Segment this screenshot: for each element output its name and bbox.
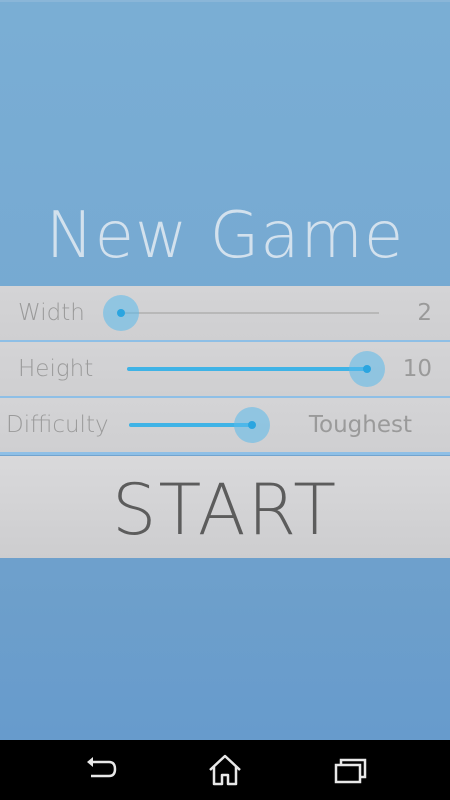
height-slider-thumb[interactable] [349,351,385,387]
difficulty-label: Difficulty [6,412,109,438]
width-label: Width [18,300,85,326]
height-value: 10 [402,356,432,382]
difficulty-slider-thumb[interactable] [234,407,270,443]
width-slider-track[interactable] [103,295,379,331]
page-title: New Game [45,199,405,273]
width-value: 2 [417,300,432,326]
back-icon[interactable] [79,752,123,788]
difficulty-setting-row: Difficulty Toughest [0,398,450,455]
height-label: Height [18,356,94,382]
difficulty-slider-track[interactable] [129,407,270,443]
start-button[interactable]: START [0,456,450,558]
height-setting-row: Height 10 [0,342,450,399]
height-slider-track[interactable] [127,351,385,387]
height-slider-fill [127,367,367,371]
recent-apps-icon[interactable] [328,752,372,788]
status-strip [0,0,450,2]
width-setting-row: Width 2 [0,286,450,343]
navigation-bar [0,740,450,800]
game-screen: New Game Width 2 Height 10 Difficulty To… [0,0,450,800]
difficulty-value: Toughest [308,412,412,438]
width-slider-thumb[interactable] [103,295,139,331]
home-icon[interactable] [203,752,247,788]
